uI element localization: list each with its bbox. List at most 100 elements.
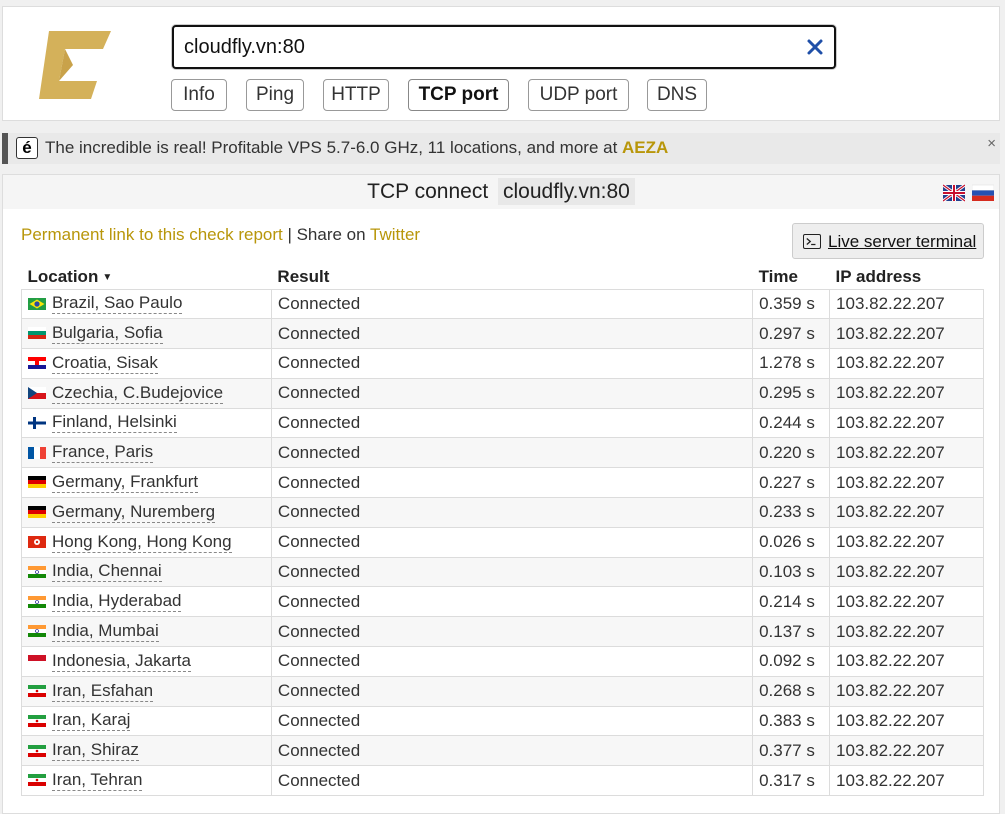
location-link[interactable]: Indonesia, Jakarta [52, 651, 191, 672]
iran-flag-icon [28, 714, 46, 727]
location-link[interactable]: India, Hyderabad [52, 591, 182, 613]
location-link[interactable]: Iran, Karaj [52, 710, 131, 732]
france-flag-icon [28, 446, 46, 459]
result-cell: Connected [270, 318, 754, 350]
time-cell: 0.103 s [752, 556, 831, 588]
result-cell: Connected [270, 586, 754, 618]
location-link[interactable]: Iran, Esfahan [52, 681, 154, 702]
location-link[interactable]: Czechia, C.Budejovice [52, 383, 224, 404]
uk-flag-icon[interactable] [943, 182, 965, 204]
search-input[interactable] [182, 27, 782, 67]
ip-cell: 103.82.22.207 [829, 526, 984, 558]
banner-brand[interactable]: AEZA [622, 138, 668, 157]
location-link[interactable]: India, Mumbai [52, 621, 159, 642]
share-separator: | Share on [282, 225, 371, 244]
location-cell: India, Mumbai [21, 616, 272, 648]
check-host-logo[interactable] [35, 29, 111, 101]
report-host: cloudfly.vn:80 [498, 178, 635, 205]
tab-tcp-port[interactable]: TCP port [408, 79, 509, 111]
time-cell: 0.377 s [752, 735, 831, 767]
iran-flag-icon [28, 685, 46, 697]
time-cell: 0.214 s [752, 586, 831, 618]
location-link[interactable]: Brazil, Sao Paulo [52, 293, 183, 315]
table-row: India, Mumbai Connected 0.137 s 103.82.22.2… [21, 616, 984, 648]
result-cell: Connected [270, 526, 754, 558]
sort-icon[interactable]: ▼ [102, 272, 112, 283]
banner-message: The incredible is real! Profitable VPS 5… [45, 138, 623, 157]
column-time: Time [758, 266, 798, 286]
location-link[interactable]: Finland, Helsinki [52, 412, 177, 434]
column-location[interactable]: Location ▼ [22, 261, 272, 289]
live-terminal-button[interactable]: Live server terminal [792, 223, 984, 259]
location-link[interactable]: India, Chennai [52, 561, 162, 583]
bulgaria-flag-icon [28, 327, 46, 340]
ip-cell: 103.82.22.207 [829, 497, 984, 528]
ip-cell: 103.82.22.207 [829, 705, 984, 737]
time-cell: 0.220 s [752, 437, 831, 469]
clear-icon[interactable] [806, 38, 824, 56]
location-link[interactable]: Croatia, Sisak [52, 353, 158, 374]
location-link[interactable]: Hong Kong, Hong Kong [52, 532, 232, 553]
result-cell: Connected [270, 437, 754, 469]
location-link[interactable]: Germany, Frankfurt [52, 472, 199, 493]
indonesia-flag-icon [28, 655, 46, 668]
ip-cell: 103.82.22.207 [829, 318, 984, 350]
table-row: Brazil, Sao Paulo Connected 0.359 s 103.82.… [21, 288, 984, 320]
finland-flag-icon [28, 416, 46, 429]
report-title-text: TCP connect [367, 180, 489, 203]
location-cell: France, Paris [21, 437, 272, 469]
location-link[interactable]: Iran, Shiraz [52, 740, 139, 762]
result-cell: Connected [270, 467, 754, 499]
table-row: Indonesia, Jakarta Connected 0.092 s 103.82… [21, 646, 984, 677]
ad-banner[interactable]: é The incredible is real! Profitable VPS… [2, 133, 1000, 164]
twitter-link[interactable]: Twitter [370, 225, 420, 244]
tab-http[interactable]: HTTP [323, 79, 389, 111]
location-link[interactable]: Bulgaria, Sofia [52, 323, 163, 344]
time-cell: 0.297 s [752, 318, 831, 350]
result-cell: Connected [270, 765, 754, 797]
time-cell: 0.317 s [752, 765, 831, 797]
location-cell: Brazil, Sao Paulo [21, 288, 272, 320]
time-cell: 0.137 s [752, 616, 831, 648]
table-row: France, Paris Connected 0.220 s 103.82.22.2… [21, 437, 984, 469]
russia-flag-icon[interactable] [972, 182, 994, 204]
time-cell: 0.092 s [752, 646, 831, 677]
ip-cell: 103.82.22.207 [829, 675, 984, 707]
result-cell: Connected [270, 705, 754, 737]
iran-flag-icon [28, 774, 46, 787]
search-box [172, 25, 836, 69]
location-link[interactable]: Germany, Nuremberg [52, 502, 216, 523]
permalink-link[interactable]: Permanent link to this check report [21, 225, 283, 244]
result-cell: Connected [270, 735, 754, 767]
report-panel: TCP connect cloudfly.vn:80 Permanent lin… [2, 174, 1000, 814]
table-row: Croatia, Sisak Connected 1.278 s 103.82.22.… [21, 348, 984, 379]
location-cell: Croatia, Sisak [21, 348, 272, 379]
result-cell: Connected [270, 407, 754, 439]
tab-udp-port[interactable]: UDP port [528, 79, 629, 111]
table-row: Hong Kong, Hong Kong Connected 0.026 s 103.… [21, 526, 984, 558]
location-link[interactable]: France, Paris [52, 442, 154, 464]
ip-cell: 103.82.22.207 [829, 437, 984, 469]
location-cell: Germany, Nuremberg [21, 497, 272, 528]
table-row: Bulgaria, Sofia Connected 0.297 s 103.82.22… [21, 318, 984, 350]
close-icon[interactable]: × [987, 135, 996, 152]
result-cell: Connected [270, 556, 754, 588]
tab-info[interactable]: Info [171, 79, 227, 111]
location-link[interactable]: Iran, Tehran [52, 770, 143, 791]
location-cell: Finland, Helsinki [21, 407, 272, 439]
column-result: Result [277, 266, 330, 286]
time-cell: 0.233 s [752, 497, 831, 528]
tab-ping[interactable]: Ping [246, 79, 304, 111]
ip-cell: 103.82.22.207 [829, 348, 984, 379]
header: Info Ping HTTP TCP port UDP port DNS [2, 6, 1000, 121]
table-row: Iran, Esfahan Connected 0.268 s 103.82.22.2… [21, 675, 984, 707]
location-cell: India, Hyderabad [21, 586, 272, 618]
location-cell: India, Chennai [21, 556, 272, 588]
tab-dns[interactable]: DNS [647, 79, 707, 111]
location-cell: Germany, Frankfurt [21, 467, 272, 499]
result-cell: Connected [270, 675, 754, 707]
result-cell: Connected [270, 288, 754, 320]
brazil-flag-icon [28, 297, 46, 310]
india-flag-icon [28, 625, 46, 638]
table-row: Czechia, C.Budejovice Connected 0.295 s 103… [21, 377, 984, 409]
